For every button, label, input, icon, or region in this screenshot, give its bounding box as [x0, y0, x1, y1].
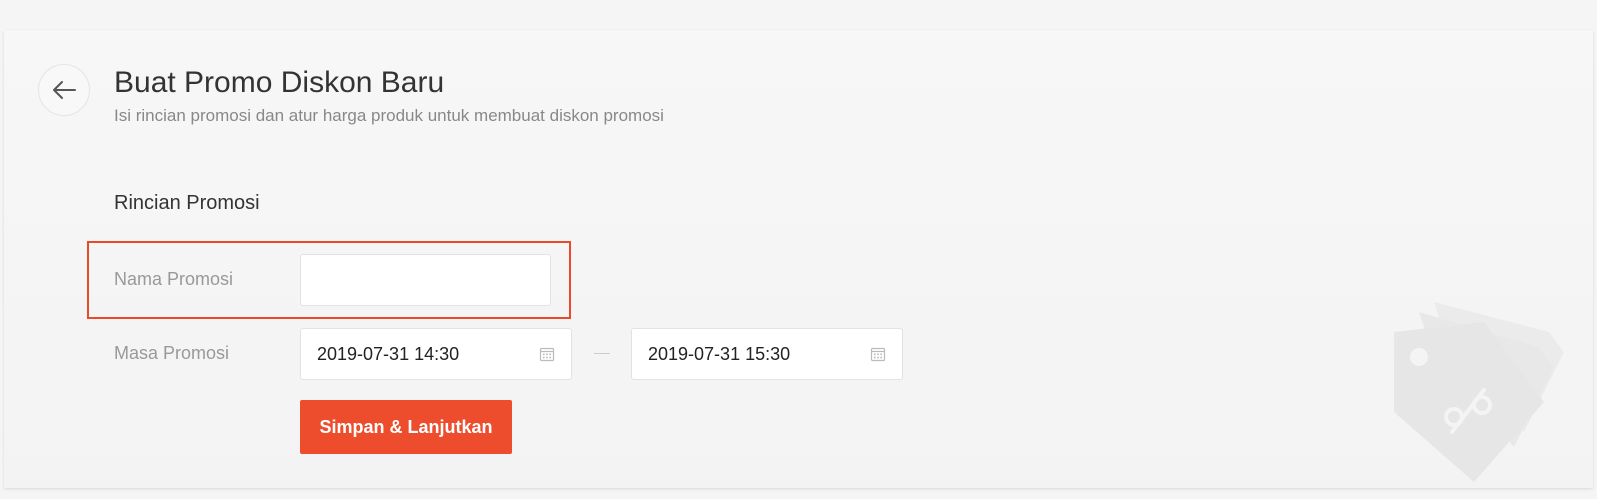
- promo-period-label: Masa Promosi: [114, 343, 230, 363]
- save-continue-button[interactable]: Simpan & Lanjutkan: [300, 400, 512, 454]
- promo-name-label: Nama Promosi: [114, 269, 234, 289]
- end-date-input[interactable]: 2019-07-31 15:30: [631, 328, 903, 380]
- page-subtitle: Isi rincian promosi dan atur harga produ…: [114, 106, 664, 125]
- discount-tag-icon: [1394, 302, 1564, 482]
- start-date-input[interactable]: 2019-07-31 14:30: [300, 328, 572, 380]
- promo-card: Buat Promo Diskon Baru Isi rincian promo…: [4, 30, 1593, 488]
- date-range-separator: [594, 353, 610, 354]
- calendar-icon: [870, 347, 886, 362]
- start-date-value: 2019-07-31 14:30: [317, 343, 460, 364]
- page-title: Buat Promo Diskon Baru: [114, 66, 445, 99]
- arrow-left-icon: [53, 81, 76, 99]
- section-title: Rincian Promosi: [114, 192, 260, 214]
- back-button[interactable]: [38, 64, 90, 116]
- promo-name-input[interactable]: [300, 254, 551, 306]
- end-date-value: 2019-07-31 15:30: [648, 343, 791, 364]
- calendar-icon: [539, 347, 555, 362]
